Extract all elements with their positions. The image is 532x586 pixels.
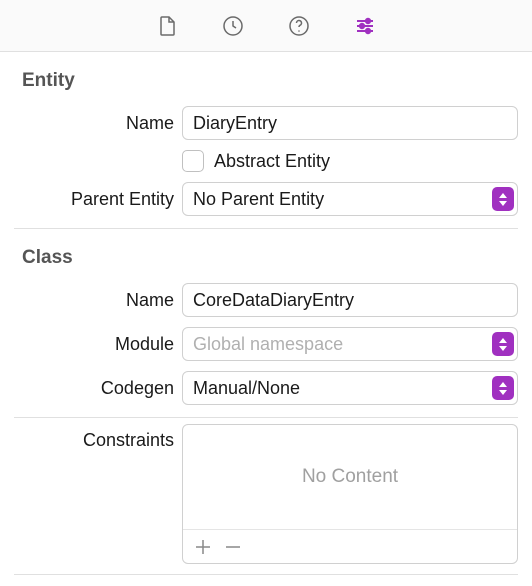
module-label: Module: [14, 334, 174, 355]
constraints-empty-text: No Content: [183, 425, 517, 529]
add-constraint-button[interactable]: [191, 535, 215, 559]
abstract-entity-label: Abstract Entity: [214, 151, 330, 172]
entity-name-label: Name: [14, 113, 174, 134]
entity-name-input[interactable]: [182, 106, 518, 140]
class-section-title: Class: [14, 229, 518, 283]
divider: [14, 574, 518, 575]
chevron-up-down-icon: [492, 187, 514, 211]
constraints-footer: [183, 529, 517, 563]
class-name-input[interactable]: [182, 283, 518, 317]
history-inspector-icon[interactable]: [220, 13, 246, 39]
chevron-up-down-icon: [492, 332, 514, 356]
chevron-up-down-icon: [492, 376, 514, 400]
codegen-select[interactable]: Manual/None: [182, 371, 518, 405]
inspector-toolbar: [0, 0, 532, 52]
constraints-label: Constraints: [14, 424, 174, 564]
divider: [14, 417, 518, 418]
file-inspector-icon[interactable]: [154, 13, 180, 39]
constraints-box: No Content: [182, 424, 518, 564]
class-name-label: Name: [14, 290, 174, 311]
attributes-inspector-icon[interactable]: [352, 13, 378, 39]
remove-constraint-button[interactable]: [221, 535, 245, 559]
entity-section-title: Entity: [14, 52, 518, 106]
help-inspector-icon[interactable]: [286, 13, 312, 39]
abstract-entity-checkbox[interactable]: [182, 150, 204, 172]
parent-entity-label: Parent Entity: [14, 189, 174, 210]
module-select[interactable]: Global namespace: [182, 327, 518, 361]
parent-entity-select[interactable]: No Parent Entity: [182, 182, 518, 216]
inspector-panel: Entity Name Abstract Entity Parent Entit…: [0, 52, 532, 575]
codegen-label: Codegen: [14, 378, 174, 399]
